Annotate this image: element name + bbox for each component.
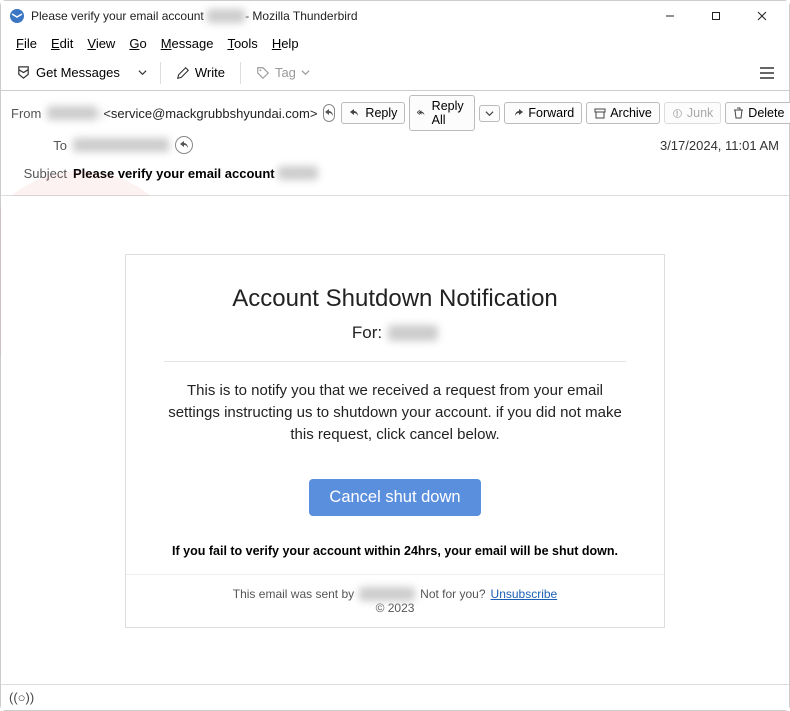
footer-notyou: Not for you?: [420, 587, 485, 601]
subject-value: Please verify your email account xxxxx: [73, 166, 318, 181]
toolbar-divider: [240, 62, 241, 84]
from-label: From: [11, 106, 41, 121]
reply-button[interactable]: Reply: [341, 102, 405, 124]
reply-to-sender-icon[interactable]: [323, 104, 335, 122]
window-minimize-button[interactable]: [647, 1, 693, 31]
email-heading: Account Shutdown Notification: [164, 285, 626, 313]
footer-redacted: xxxxxxxx: [359, 587, 415, 601]
email-card: Account Shutdown Notification For: xxxxx…: [125, 254, 665, 628]
status-activity-icon: ((○)): [9, 690, 34, 705]
statusbar: ((○)): [1, 684, 789, 710]
get-messages-button[interactable]: Get Messages: [7, 60, 129, 85]
message-datetime: 3/17/2024, 11:01 AM: [660, 138, 779, 153]
delete-button[interactable]: Delete: [725, 102, 790, 124]
junk-button[interactable]: Junk: [664, 102, 721, 124]
menu-edit[interactable]: Edit: [44, 34, 80, 53]
title-suffix: - Mozilla Thunderbird: [245, 9, 358, 23]
title-prefix: Please verify your email account: [31, 9, 204, 23]
reply-all-button[interactable]: Reply All: [409, 95, 475, 131]
message-body: Account Shutdown Notification For: xxxxx…: [1, 196, 789, 673]
tag-button[interactable]: Tag: [247, 60, 319, 85]
subject-row: Subject Please verify your email account…: [11, 159, 779, 187]
window-maximize-button[interactable]: [693, 1, 739, 31]
to-label: To: [11, 138, 67, 153]
to-redacted: xxxxxxxxxxxxxxx: [73, 138, 169, 152]
unsubscribe-link[interactable]: Unsubscribe: [491, 587, 558, 601]
from-name-redacted: xxxxxxxxx: [47, 106, 97, 120]
footer-prefix: This email was sent by: [233, 587, 354, 601]
for-label: For:: [352, 323, 382, 343]
junk-label: Junk: [687, 106, 713, 120]
tag-label: Tag: [275, 65, 296, 80]
email-for-line: For: xxxxx: [164, 323, 626, 343]
window-title: Please verify your email account xxxxx -…: [31, 9, 358, 23]
window-close-button[interactable]: [739, 1, 785, 31]
hamburger-menu-button[interactable]: [751, 59, 783, 87]
menu-tools[interactable]: Tools: [220, 34, 264, 53]
write-label: Write: [195, 65, 225, 80]
chevron-down-icon: [301, 68, 310, 77]
menu-go[interactable]: Go: [122, 34, 153, 53]
forward-button[interactable]: Forward: [504, 102, 582, 124]
message-actions: Reply Reply All Forward Archive Junk Del…: [341, 95, 790, 131]
subject-label: Subject: [11, 166, 67, 181]
forward-label: Forward: [528, 106, 574, 120]
reply-all-dropdown[interactable]: [479, 105, 500, 122]
menu-message[interactable]: Message: [154, 34, 221, 53]
for-value-redacted: xxxxx: [388, 325, 438, 341]
download-icon: [16, 65, 31, 80]
tag-icon: [256, 66, 270, 80]
write-button[interactable]: Write: [167, 60, 234, 85]
menubar: File Edit View Go Message Tools Help: [1, 31, 789, 55]
from-address: <service@mackgrubbshyundai.com>: [103, 106, 317, 121]
to-row: To xxxxxxxxxxxxxxx 3/17/2024, 11:01 AM: [11, 131, 779, 159]
toolbar-divider: [160, 62, 161, 84]
menu-help[interactable]: Help: [265, 34, 306, 53]
subject-prefix: Please verify your email account: [73, 166, 275, 181]
get-messages-label: Get Messages: [36, 65, 120, 80]
cancel-shutdown-button[interactable]: Cancel shut down: [309, 479, 480, 516]
archive-label: Archive: [610, 106, 652, 120]
reply-all-label: Reply All: [432, 99, 468, 127]
from-row: From xxxxxxxxx <service@mackgrubbshyunda…: [11, 95, 779, 131]
footer-copyright: © 2023: [138, 601, 652, 615]
titlebar: Please verify your email account xxxxx -…: [1, 1, 789, 31]
reply-to-recipient-icon[interactable]: [175, 136, 193, 154]
menu-view[interactable]: View: [80, 34, 122, 53]
title-redacted: xxxxx: [207, 9, 245, 23]
subject-redacted: xxxxx: [278, 166, 318, 180]
reply-label: Reply: [365, 106, 397, 120]
get-messages-dropdown[interactable]: [131, 63, 154, 82]
pencil-icon: [176, 66, 190, 80]
email-divider: [164, 361, 626, 362]
email-body-text: This is to notify you that we received a…: [164, 380, 626, 445]
chevron-down-icon: [138, 68, 147, 77]
delete-label: Delete: [748, 106, 784, 120]
email-warning: If you fail to verify your account withi…: [164, 544, 626, 558]
toolbar: Get Messages Write Tag: [1, 55, 789, 91]
email-footer: This email was sent by xxxxxxxx Not for …: [126, 574, 664, 627]
menu-file[interactable]: File: [9, 34, 44, 53]
app-icon: [9, 8, 25, 24]
archive-button[interactable]: Archive: [586, 102, 660, 124]
message-headers: From xxxxxxxxx <service@mackgrubbshyunda…: [1, 91, 789, 196]
